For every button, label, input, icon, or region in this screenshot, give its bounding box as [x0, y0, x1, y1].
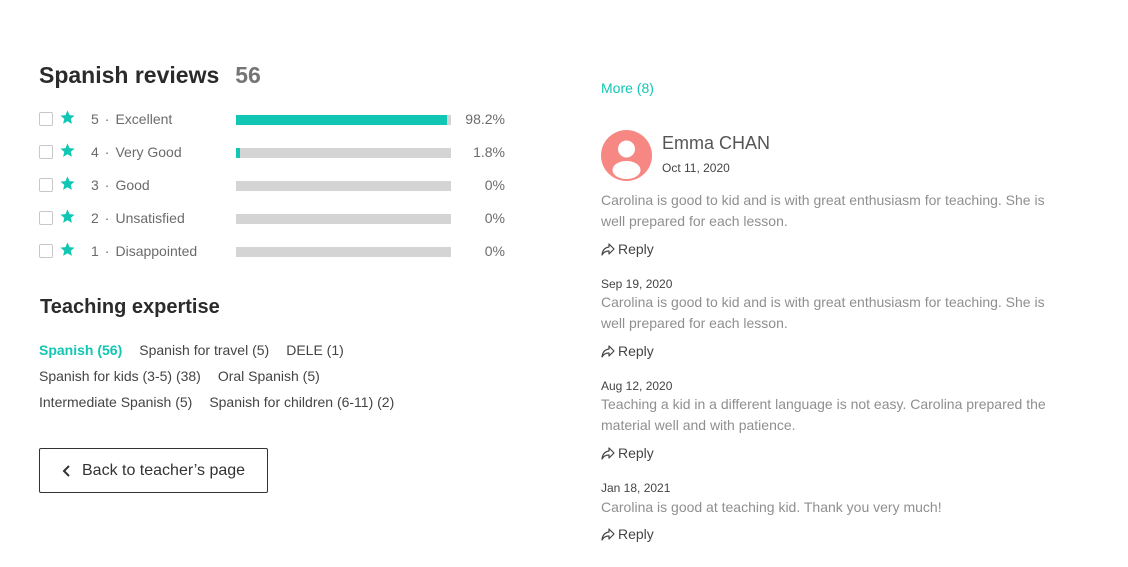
- rating-bar-fill: [236, 148, 240, 158]
- expertise-tag[interactable]: Intermediate Spanish (5): [39, 394, 192, 410]
- rating-number: 5: [91, 111, 99, 127]
- rating-label-text: Disappointed: [115, 243, 198, 259]
- chevron-left-icon: [62, 464, 72, 477]
- expertise-tag-line: Spanish for kids (3-5) (38) Oral Spanish …: [39, 368, 337, 384]
- rating-row: 1 · Disappointed 0%: [39, 242, 519, 262]
- rating-checkbox[interactable]: [39, 145, 53, 159]
- rating-label: 2 · Unsatisfied: [91, 210, 185, 226]
- star-icon: [59, 109, 76, 126]
- rating-percent: 98.2%: [465, 111, 505, 127]
- rating-label-text: Excellent: [115, 111, 173, 127]
- star-icon: [59, 142, 76, 159]
- rating-number: 1: [91, 243, 99, 259]
- rating-bar-fill: [236, 115, 448, 125]
- rating-label-text: Unsatisfied: [115, 210, 185, 226]
- star-icon: [59, 241, 76, 258]
- rating-checkbox[interactable]: [39, 178, 53, 192]
- share-arrow-icon: [601, 446, 615, 460]
- user-icon: [601, 130, 652, 181]
- review-text: Carolina is good to kid and is with grea…: [601, 192, 1045, 229]
- rating-checkbox[interactable]: [39, 244, 53, 258]
- expertise-title: Teaching expertise: [40, 296, 220, 318]
- expertise-tag-line: Intermediate Spanish (5) Spanish for chil…: [39, 394, 411, 410]
- rating-label: 4 · Very Good: [91, 144, 182, 160]
- share-arrow-icon: [601, 242, 615, 256]
- rating-number: 3: [91, 177, 99, 193]
- rating-checkbox[interactable]: [39, 211, 53, 225]
- rating-row: 3 · Good 0%: [39, 176, 519, 196]
- rating-bar: [236, 115, 451, 125]
- rating-row: 5 · Excellent 98.2%: [39, 110, 519, 130]
- expertise-tag[interactable]: DELE (1): [286, 342, 344, 358]
- rating-label-text: Good: [115, 177, 150, 193]
- reviews-heading: Spanish reviews 56: [39, 62, 261, 89]
- rating-label: 1 · Disappointed: [91, 243, 197, 259]
- reply-label: Reply: [618, 445, 654, 461]
- reply-button[interactable]: Reply: [601, 241, 654, 257]
- rating-bar: [236, 214, 451, 224]
- rating-number: 4: [91, 144, 99, 160]
- reply-button[interactable]: Reply: [601, 343, 654, 359]
- expertise-tag[interactable]: Spanish for kids (3-5) (38): [39, 368, 201, 384]
- rating-bar: [236, 181, 451, 191]
- star-icon: [59, 175, 76, 192]
- rating-percent: 0%: [484, 243, 505, 259]
- reviews-count: 56: [235, 62, 261, 88]
- rating-separator: ·: [104, 111, 110, 127]
- rating-row: 2 · Unsatisfied 0%: [39, 209, 519, 229]
- expertise-tag[interactable]: Spanish for travel (5): [139, 342, 269, 358]
- rating-separator: ·: [104, 243, 110, 259]
- back-to-teacher-button[interactable]: Back to teacher’s page: [39, 448, 268, 493]
- reply-button[interactable]: Reply: [601, 526, 654, 542]
- rating-percent: 0%: [484, 210, 505, 226]
- rating-separator: ·: [104, 177, 110, 193]
- review-text: Teaching a kid in a different language i…: [601, 396, 1046, 433]
- reply-label: Reply: [618, 241, 654, 257]
- rating-label-text: Very Good: [115, 144, 182, 160]
- reply-label: Reply: [618, 343, 654, 359]
- review-date: Aug 12, 2020: [601, 379, 673, 393]
- rating-row: 4 · Very Good 1.8%: [39, 143, 519, 163]
- review-text: Carolina is good to kid and is with grea…: [601, 294, 1045, 331]
- reply-label: Reply: [618, 526, 654, 542]
- expertise-tag-line: Spanish (56) Spanish for travel (5) DELE (…: [39, 342, 361, 358]
- rating-checkbox[interactable]: [39, 112, 53, 126]
- share-arrow-icon: [601, 344, 615, 358]
- more-reviews-link[interactable]: More (8): [601, 80, 654, 96]
- reviews-title: Spanish reviews: [39, 62, 220, 88]
- rating-bar: [236, 148, 451, 158]
- rating-label: 3 · Good: [91, 177, 150, 193]
- rating-percent: 0%: [484, 177, 505, 193]
- rating-separator: ·: [104, 210, 110, 226]
- review-date: Jan 18, 2021: [601, 481, 671, 495]
- expertise-tag[interactable]: Spanish for children (6-11) (2): [209, 394, 394, 410]
- star-icon: [59, 208, 76, 225]
- share-arrow-icon: [601, 527, 615, 541]
- expertise-tag[interactable]: Oral Spanish (5): [218, 368, 320, 384]
- back-button-label: Back to teacher’s page: [82, 461, 246, 479]
- rating-separator: ·: [104, 144, 110, 160]
- rating-bar: [236, 247, 451, 257]
- rating-label: 5 · Excellent: [91, 111, 172, 127]
- rating-number: 2: [91, 210, 99, 226]
- rating-percent: 1.8%: [473, 144, 505, 160]
- reply-button[interactable]: Reply: [601, 445, 654, 461]
- review-date: Sep 19, 2020: [601, 277, 673, 291]
- expertise-tag[interactable]: Spanish (56): [39, 342, 122, 358]
- reviewer-name: Emma CHAN: [662, 133, 771, 153]
- reviewer-date: Oct 11, 2020: [662, 161, 730, 175]
- review-text: Carolina is good at teaching kid. Thank …: [601, 499, 942, 515]
